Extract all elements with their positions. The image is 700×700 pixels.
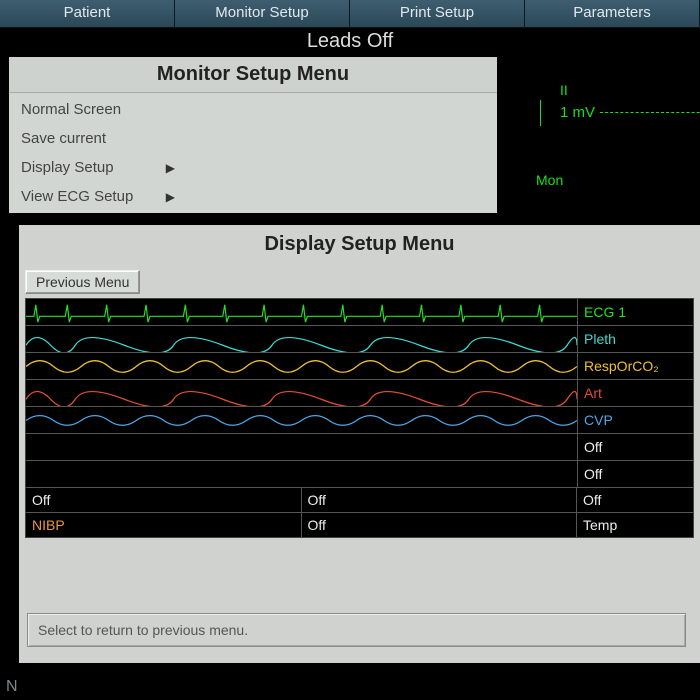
- cvp-waveform-icon: [26, 407, 577, 433]
- hint-text: Select to return to previous menu.: [27, 613, 686, 647]
- menu-item-label: Display Setup: [21, 159, 114, 176]
- ecg-trace-line: [600, 112, 700, 113]
- submenu-arrow-icon: ▶: [166, 190, 175, 204]
- menu-item-display-setup[interactable]: Display Setup ▶: [11, 153, 495, 182]
- menu-item-label: Save current: [21, 130, 106, 147]
- status-message: Leads Off: [0, 28, 700, 56]
- pleth-waveform-icon: [26, 326, 577, 352]
- param-cell-off[interactable]: Off: [302, 513, 578, 537]
- resp-waveform-icon: [26, 353, 577, 379]
- previous-menu-button[interactable]: Previous Menu: [25, 270, 140, 294]
- waveform-row-off[interactable]: Off: [26, 461, 693, 488]
- ecg-lead-label: II: [560, 82, 568, 98]
- display-setup-menu: Display Setup Menu Previous Menu ECG 1 P…: [18, 224, 700, 664]
- empty-waveform-icon: [26, 434, 577, 460]
- tab-monitor-setup[interactable]: Monitor Setup: [175, 0, 350, 28]
- ecg-mode-label: Mon: [536, 172, 563, 188]
- monitor-menu-items: Normal Screen Save current Display Setup…: [9, 92, 497, 213]
- waveform-row-pleth[interactable]: Pleth: [26, 326, 693, 353]
- param-cell-off[interactable]: Off: [26, 488, 302, 512]
- waveform-row-resp[interactable]: RespOrCO₂: [26, 353, 693, 380]
- waveform-row-cvp[interactable]: CVP: [26, 407, 693, 434]
- param-cell-off[interactable]: Off: [577, 488, 693, 512]
- menu-item-view-ecg-setup[interactable]: View ECG Setup ▶: [11, 182, 495, 211]
- top-nav-bar: Patient Monitor Setup Print Setup Parame…: [0, 0, 700, 28]
- waveform-row-ecg1[interactable]: ECG 1: [26, 299, 693, 326]
- menu-item-label: View ECG Setup: [21, 188, 133, 205]
- waveform-row-art[interactable]: Art: [26, 380, 693, 407]
- param-cell-temp[interactable]: Temp: [577, 513, 693, 537]
- ecg-waveform-icon: [26, 299, 577, 325]
- param-grid-row: NIBP Off Temp: [26, 513, 693, 537]
- corner-indicator: N: [6, 678, 18, 696]
- waveform-row-off[interactable]: Off: [26, 434, 693, 461]
- waveform-label: Off: [577, 434, 693, 460]
- submenu-arrow-icon: ▶: [166, 161, 175, 175]
- menu-item-save-current[interactable]: Save current: [11, 124, 495, 153]
- param-cell-off[interactable]: Off: [302, 488, 578, 512]
- waveform-label: Pleth: [577, 326, 693, 352]
- ecg-tick-mark: [540, 100, 541, 126]
- tab-parameters[interactable]: Parameters: [525, 0, 700, 28]
- monitor-menu-title: Monitor Setup Menu: [9, 57, 497, 92]
- art-waveform-icon: [26, 380, 577, 406]
- waveform-label: Off: [577, 461, 693, 487]
- tab-patient[interactable]: Patient: [0, 0, 175, 28]
- monitor-setup-menu: Monitor Setup Menu Normal Screen Save cu…: [8, 56, 498, 214]
- menu-item-label: Normal Screen: [21, 101, 121, 118]
- waveform-label: ECG 1: [577, 299, 693, 325]
- waveform-label: CVP: [577, 407, 693, 433]
- ecg-scale-label: 1 mV: [560, 104, 595, 121]
- param-cell-nibp[interactable]: NIBP: [26, 513, 302, 537]
- empty-waveform-icon: [26, 461, 577, 487]
- param-grid-row: Off Off Off: [26, 488, 693, 513]
- tab-print-setup[interactable]: Print Setup: [350, 0, 525, 28]
- waveform-label: RespOrCO₂: [577, 353, 693, 379]
- waveform-label: Art: [577, 380, 693, 406]
- waveform-config-box: ECG 1 Pleth RespOrCO₂ Art CVP: [25, 298, 694, 538]
- display-menu-title: Display Setup Menu: [19, 225, 700, 266]
- ecg-side-panel: II 1 mV Mon: [530, 60, 700, 240]
- menu-item-normal-screen[interactable]: Normal Screen: [11, 95, 495, 124]
